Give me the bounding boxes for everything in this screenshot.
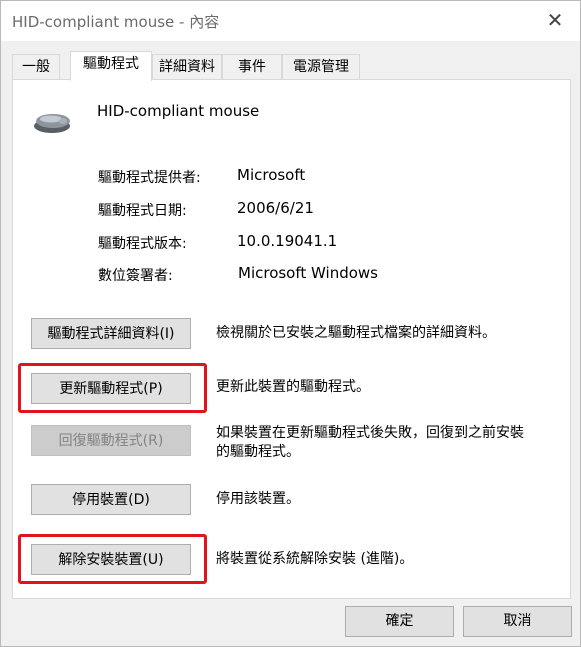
driver-provider-value: Microsoft bbox=[237, 166, 306, 184]
driver-version-value: 10.0.19041.1 bbox=[237, 232, 338, 250]
driver-provider-label: 驅動程式提供者: bbox=[98, 170, 201, 186]
tab-driver[interactable]: 驅動程式 bbox=[70, 51, 152, 81]
tab-events[interactable]: 事件 bbox=[222, 54, 282, 80]
device-name: HID-compliant mouse bbox=[97, 102, 260, 120]
title-bar: HID-compliant mouse - 內容 ✕ bbox=[1, 1, 580, 41]
driver-tab-panel: HID-compliant mouse 驅動程式提供者: Microsoft 驅… bbox=[12, 79, 571, 599]
disable-device-button[interactable]: 停用裝置(D) bbox=[31, 484, 191, 515]
close-icon[interactable]: ✕ bbox=[544, 9, 566, 31]
tab-power-management[interactable]: 電源管理 bbox=[282, 54, 360, 80]
window-title: HID-compliant mouse - 內容 bbox=[12, 13, 220, 31]
roll-back-driver-description-line2: 的驅動程式。 bbox=[216, 444, 300, 460]
roll-back-driver-button[interactable]: 回復驅動程式(R) bbox=[31, 425, 191, 456]
driver-date-value: 2006/6/21 bbox=[237, 199, 314, 217]
tab-general[interactable]: 一般 bbox=[12, 54, 60, 80]
update-driver-button[interactable]: 更新驅動程式(P) bbox=[31, 373, 191, 404]
digital-signer-label: 數位簽署者: bbox=[98, 268, 173, 284]
mouse-icon bbox=[34, 114, 70, 133]
uninstall-device-button[interactable]: 解除安裝裝置(U) bbox=[31, 544, 191, 575]
driver-details-description: 檢視關於已安裝之驅動程式檔案的詳細資料。 bbox=[216, 325, 496, 341]
driver-details-button[interactable]: 驅動程式詳細資料(I) bbox=[31, 318, 191, 349]
properties-dialog: HID-compliant mouse - 內容 ✕ 一般 驅動程式 詳細資料 … bbox=[0, 0, 581, 647]
ok-button[interactable]: 確定 bbox=[345, 606, 454, 637]
uninstall-device-description: 將裝置從系統解除安裝 (進階)。 bbox=[216, 551, 414, 567]
driver-version-label: 驅動程式版本: bbox=[98, 236, 187, 252]
driver-date-label: 驅動程式日期: bbox=[98, 203, 187, 219]
tab-details[interactable]: 詳細資料 bbox=[152, 54, 222, 80]
cancel-button[interactable]: 取消 bbox=[463, 606, 572, 637]
digital-signer-value: Microsoft Windows bbox=[238, 264, 378, 282]
roll-back-driver-description: 如果裝置在更新驅動程式後失敗，回復到之前安裝 bbox=[216, 425, 524, 441]
update-driver-description: 更新此裝置的驅動程式。 bbox=[216, 379, 370, 395]
disable-device-description: 停用該裝置。 bbox=[216, 491, 300, 507]
